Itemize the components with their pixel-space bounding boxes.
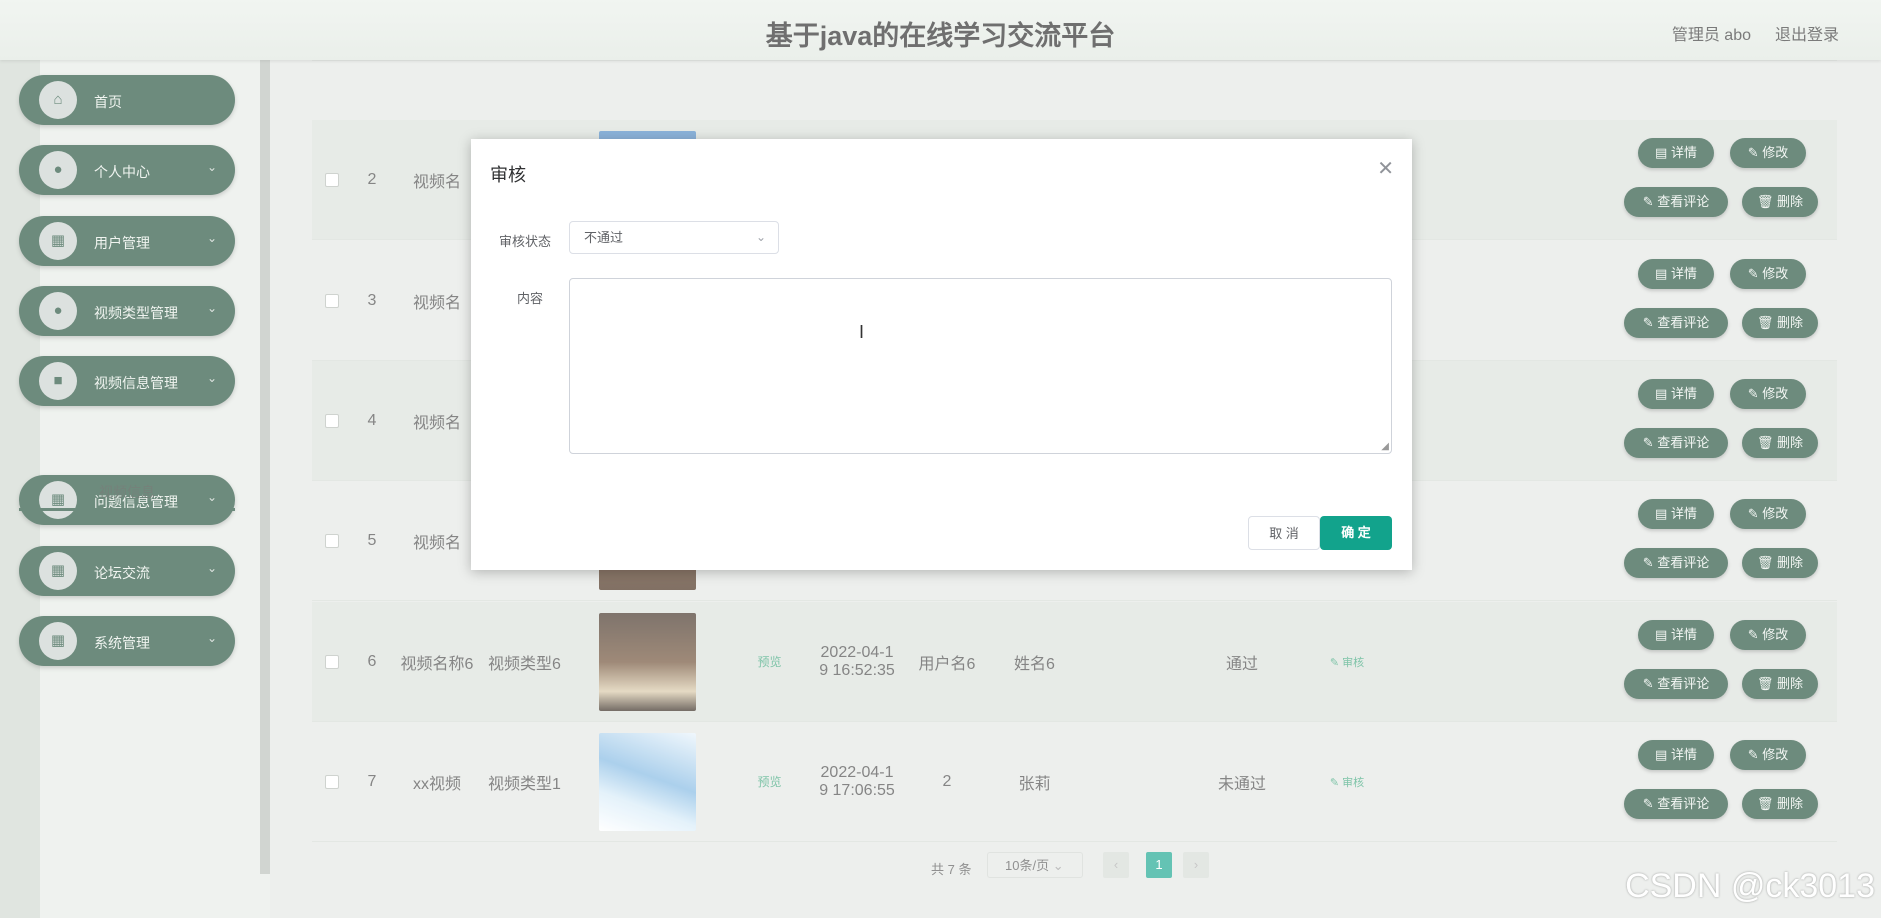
watermark: CSDN @ck3013 [1625,867,1875,905]
audit-status-value: 不通过 [584,230,624,245]
confirm-button[interactable]: 确 定 [1320,516,1392,550]
dialog-title: 审核 [490,165,526,185]
chevron-down-icon: ⌄ [755,230,766,244]
cancel-button[interactable]: 取 消 [1248,516,1320,550]
close-icon[interactable]: ✕ [1377,156,1394,181]
content-label: 内容 [516,291,543,306]
text-cursor-icon: I [859,322,865,342]
audit-dialog: 审核 ✕ 审核状态 不通过 ⌄ 内容 I ◢ 取 消 确 定 [471,139,1412,570]
resize-grip-icon[interactable]: ◢ [1381,441,1389,452]
audit-status-label: 审核状态 [498,234,551,249]
content-textarea[interactable]: I ◢ [569,278,1392,454]
audit-status-select[interactable]: 不通过 ⌄ [569,221,779,254]
